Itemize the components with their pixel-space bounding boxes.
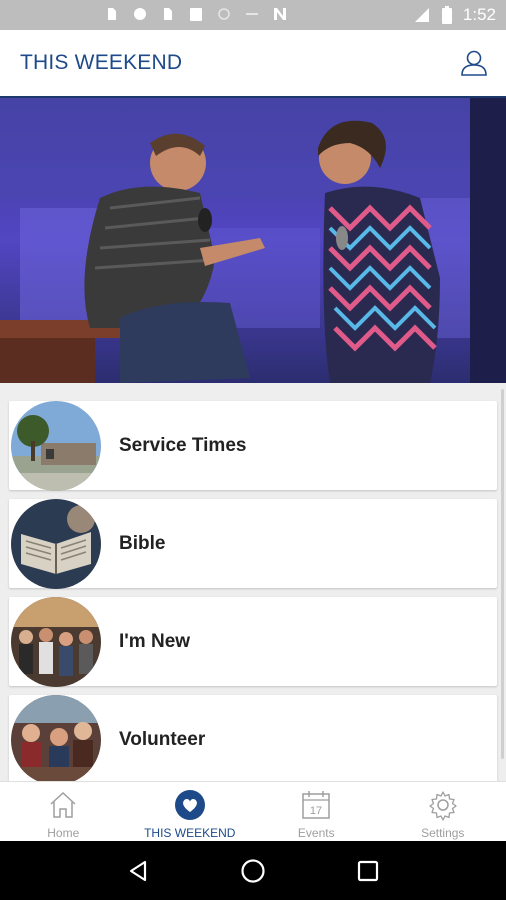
tab-home[interactable]: Home — [0, 782, 127, 841]
notification-icon — [108, 8, 116, 20]
list-item-label: Bible — [119, 532, 166, 554]
status-bar: 1:52 — [0, 0, 506, 30]
list-item-im-new[interactable]: I'm New — [9, 596, 497, 687]
open-bible-photo — [11, 498, 101, 589]
list-item-volunteer[interactable]: Volunteer — [9, 694, 497, 781]
volunteers-photo — [11, 694, 101, 781]
person-outline-icon — [461, 50, 487, 76]
page-title: THIS WEEKEND — [20, 51, 183, 74]
calendar-day: 17 — [310, 805, 322, 817]
tab-label: Events — [297, 826, 335, 840]
home-icon — [46, 788, 80, 822]
status-right: 1:52 — [413, 5, 496, 25]
list-item-label: Volunteer — [119, 728, 206, 750]
home-circle-icon — [241, 858, 265, 883]
hero-image — [0, 98, 506, 383]
clipboard-icon — [190, 8, 202, 21]
back-triangle-icon — [129, 860, 146, 881]
notification-icon — [164, 8, 172, 20]
list-item-label: Service Times — [119, 434, 247, 456]
dot-icon — [134, 8, 146, 20]
tab-events[interactable]: 17 Events — [253, 782, 380, 841]
tab-this-weekend[interactable]: THIS WEEKEND — [127, 782, 254, 841]
battery-icon — [441, 6, 452, 24]
calendar-icon: 17 — [299, 788, 333, 822]
app-header: THIS WEEKEND — [0, 30, 506, 98]
system-nav-bar — [0, 841, 506, 900]
gear-icon — [426, 788, 460, 822]
church-building-photo — [11, 400, 101, 491]
sync-icon — [218, 8, 230, 20]
scrollbar[interactable] — [501, 389, 504, 759]
status-time: 1:52 — [462, 5, 496, 24]
home-nav-button[interactable] — [233, 851, 273, 891]
notification-icons — [105, 6, 287, 22]
tab-label: THIS WEEKEND — [144, 826, 236, 840]
two-speakers-on-stage-photo — [0, 98, 506, 383]
list-item-label: I'm New — [119, 630, 191, 652]
recents-button[interactable] — [348, 851, 388, 891]
tab-settings[interactable]: Settings — [380, 782, 506, 841]
list-item-service-times[interactable]: Service Times — [9, 400, 497, 491]
back-button[interactable] — [118, 851, 158, 891]
bottom-tab-bar: Home THIS WEEKEND 17 Events Settings — [0, 781, 506, 841]
list-item-bible[interactable]: Bible — [9, 498, 497, 589]
weekend-list: Service Times Bible I'm New Volunteer — [0, 383, 506, 781]
profile-button[interactable] — [458, 47, 490, 79]
dash-icon — [246, 13, 258, 15]
crowd-photo — [11, 596, 101, 687]
tab-label: Settings — [421, 826, 465, 840]
tab-label: Home — [47, 826, 80, 840]
recents-square-icon — [358, 860, 379, 881]
heart-circle-icon — [173, 788, 207, 822]
signal-icon — [414, 8, 429, 22]
n-logo-icon — [274, 8, 286, 20]
